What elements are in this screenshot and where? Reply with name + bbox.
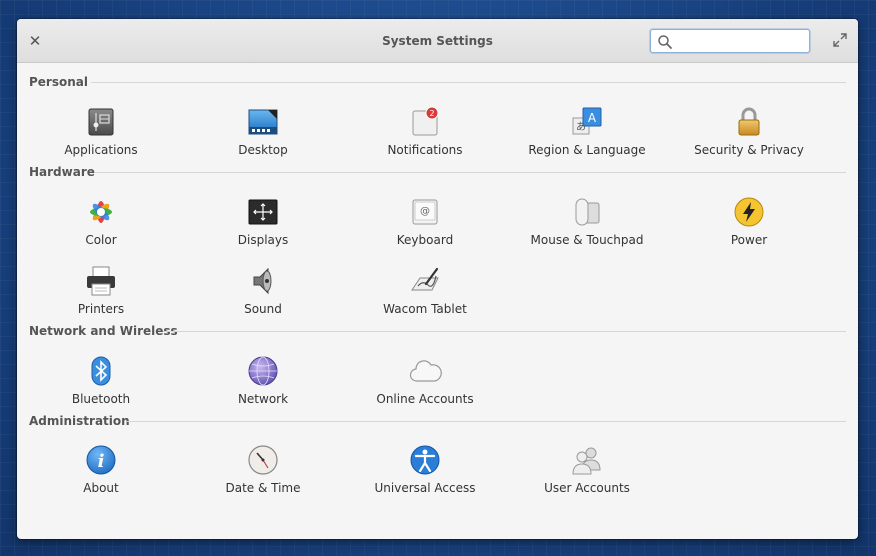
desktop-icon xyxy=(248,109,278,135)
item-label: Security & Privacy xyxy=(694,143,804,157)
glyph-a: A xyxy=(588,111,597,125)
settings-item-network[interactable]: Network xyxy=(188,354,338,410)
settings-item-sound[interactable]: Sound xyxy=(188,264,338,320)
search-icon xyxy=(658,35,672,49)
settings-item-displays[interactable]: Displays xyxy=(188,195,338,251)
item-label: Bluetooth xyxy=(71,392,131,406)
power-icon xyxy=(734,197,764,227)
settings-item-printers[interactable]: Printers xyxy=(26,264,176,320)
section-divider xyxy=(163,331,846,332)
item-label: Sound xyxy=(244,302,282,316)
color-icon xyxy=(90,201,112,223)
item-label: About xyxy=(83,481,119,495)
item-label: Date & Time xyxy=(225,481,301,495)
glyph-at: @ xyxy=(420,206,430,217)
settings-item-keyboard[interactable]: @ Keyboard xyxy=(350,195,500,251)
system-settings-window: ✕ System Settings Personal Applications xyxy=(17,19,858,539)
search-input[interactable] xyxy=(677,32,805,50)
item-label: Applications xyxy=(64,143,138,157)
accessibility-icon xyxy=(410,445,440,475)
item-label: Notifications xyxy=(387,143,463,157)
notifications-icon: 2 xyxy=(412,106,439,136)
info-icon: i xyxy=(86,445,116,475)
item-label: Desktop xyxy=(238,143,288,157)
settings-item-region-language[interactable]: あ A Region & Language xyxy=(512,105,662,161)
settings-item-applications[interactable]: Applications xyxy=(26,105,176,161)
settings-item-notifications[interactable]: 2 Notifications xyxy=(350,105,500,161)
item-label: Network xyxy=(237,392,289,406)
item-label: Wacom Tablet xyxy=(383,302,467,316)
settings-item-desktop[interactable]: Desktop xyxy=(188,105,338,161)
item-label: Color xyxy=(85,233,117,247)
item-label: Keyboard xyxy=(396,233,454,247)
item-label: Displays xyxy=(237,233,289,247)
lock-icon xyxy=(738,107,760,136)
speaker-icon xyxy=(253,267,272,295)
settings-item-mouse-touchpad[interactable]: Mouse & Touchpad xyxy=(512,195,662,251)
item-label: Region & Language xyxy=(528,143,646,157)
applications-icon xyxy=(88,108,114,136)
item-label: Universal Access xyxy=(374,481,476,495)
mouse-icon xyxy=(575,198,600,226)
network-icon xyxy=(248,356,278,386)
item-label: Power xyxy=(730,233,768,247)
section-heading-personal: Personal xyxy=(29,75,88,89)
search-field[interactable] xyxy=(650,29,810,53)
titlebar: ✕ System Settings xyxy=(17,19,858,63)
maximize-icon[interactable] xyxy=(833,33,847,47)
printer-icon xyxy=(87,266,115,296)
settings-item-user-accounts[interactable]: User Accounts xyxy=(512,443,662,499)
item-label: Printers xyxy=(77,302,125,316)
section-heading-network-wireless: Network and Wireless xyxy=(29,324,178,338)
close-button[interactable]: ✕ xyxy=(27,31,43,51)
section-divider xyxy=(127,421,846,422)
section-divider xyxy=(95,172,846,173)
settings-item-security-privacy[interactable]: Security & Privacy xyxy=(674,105,824,161)
displays-icon xyxy=(248,199,278,225)
notification-badge: 2 xyxy=(429,109,434,118)
settings-item-about[interactable]: i About xyxy=(26,443,176,499)
region-language-icon: あ A xyxy=(572,107,602,135)
settings-item-color[interactable]: Color xyxy=(26,195,176,251)
keyboard-icon: @ xyxy=(412,199,438,225)
cloud-icon xyxy=(409,360,442,382)
bluetooth-icon xyxy=(91,356,111,386)
settings-item-date-time[interactable]: Date & Time xyxy=(188,443,338,499)
item-label: Mouse & Touchpad xyxy=(530,233,644,247)
settings-item-universal-access[interactable]: Universal Access xyxy=(350,443,500,499)
glyph-i: i xyxy=(98,451,105,472)
section-heading-hardware: Hardware xyxy=(29,165,95,179)
section-heading-administration: Administration xyxy=(29,414,130,428)
settings-item-online-accounts[interactable]: Online Accounts xyxy=(350,354,500,410)
settings-item-bluetooth[interactable]: Bluetooth xyxy=(26,354,176,410)
section-divider xyxy=(91,82,846,83)
tablet-icon xyxy=(411,267,439,291)
settings-item-power[interactable]: Power xyxy=(674,195,824,251)
clock-icon xyxy=(248,445,278,475)
item-label: Online Accounts xyxy=(376,392,474,406)
item-label: User Accounts xyxy=(544,481,630,495)
users-icon xyxy=(572,447,601,475)
settings-item-wacom-tablet[interactable]: Wacom Tablet xyxy=(350,264,500,320)
